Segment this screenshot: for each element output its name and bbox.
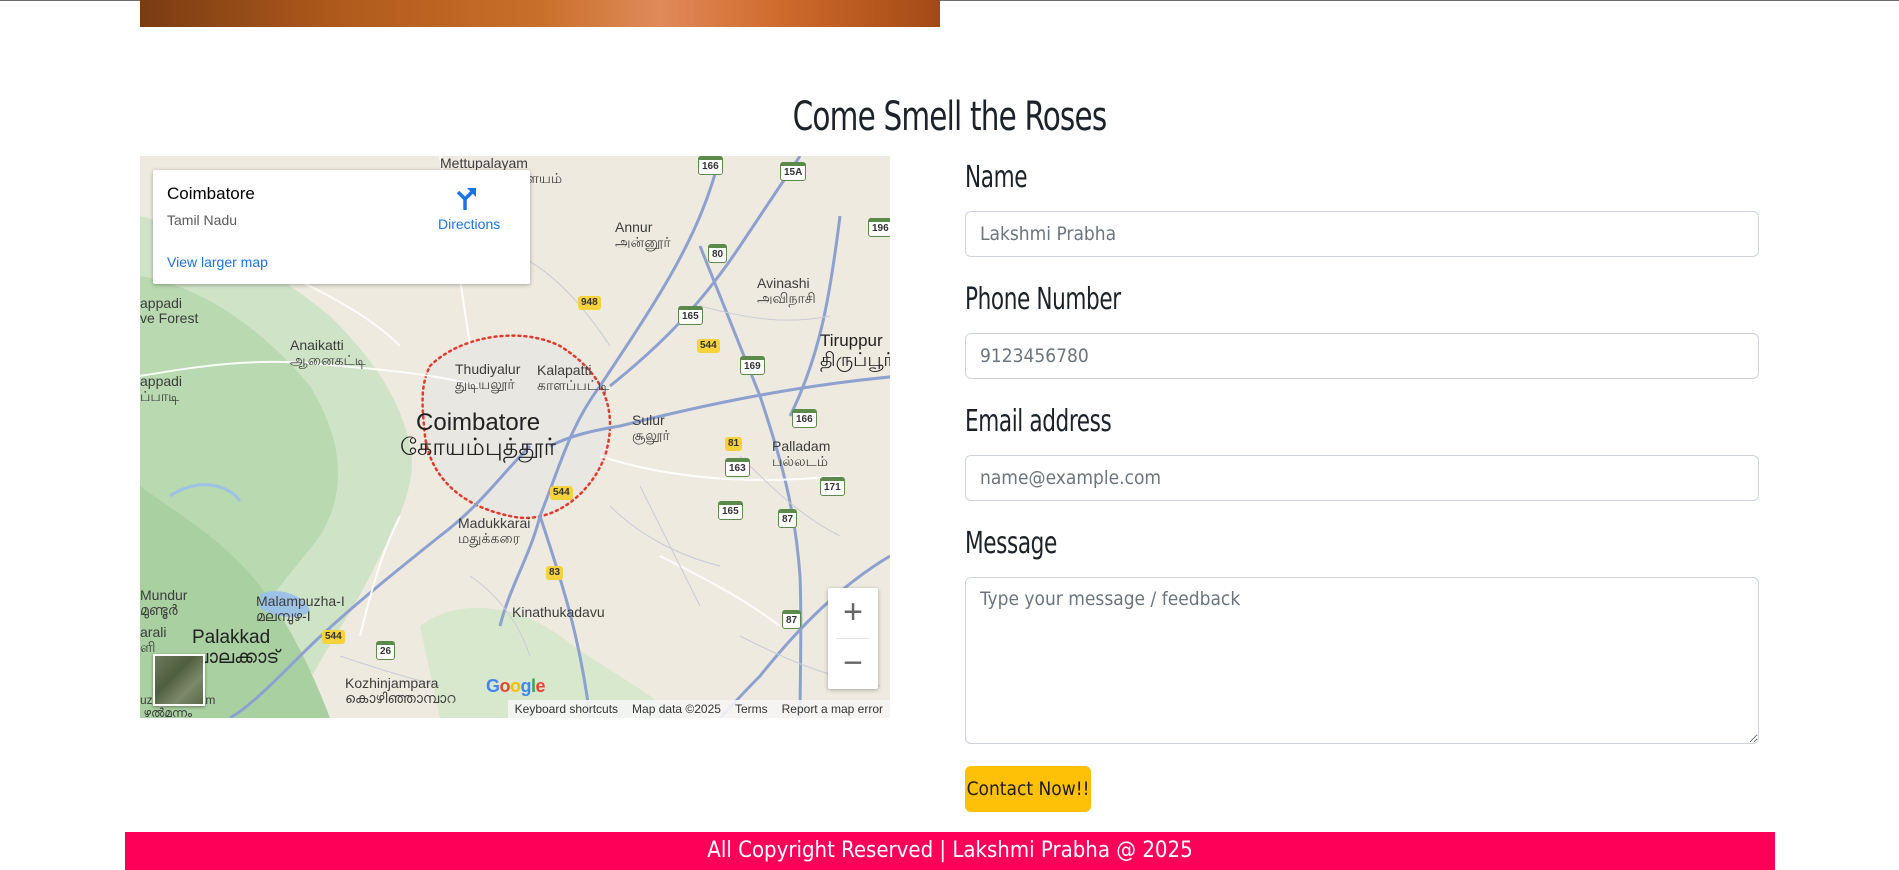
road-shield: 171 <box>820 477 845 496</box>
map-label-palladam: Palladam பல்லடம் <box>772 438 831 469</box>
directions-label: Directions <box>438 216 501 232</box>
road-shield: 165 <box>678 306 703 325</box>
email-input[interactable] <box>965 455 1759 501</box>
map-label-anaikatti: Anaikatti ஆனைகட்டி <box>290 337 366 368</box>
section-heading: Come Smell the Roses <box>792 94 1108 140</box>
zoom-in-button[interactable]: + <box>828 588 878 638</box>
road-shield: 544 <box>697 339 720 353</box>
map-label-coimbatore: Coimbatore கோயம்புத்தூர் <box>400 409 557 462</box>
road-shield: 196 <box>868 218 890 237</box>
road-shield: 87 <box>778 509 798 528</box>
map-label-thudiyalur: Thudiyalur துடியலூர் <box>455 361 521 392</box>
map-place-card: Coimbatore Tamil Nadu View larger map Di… <box>153 170 530 284</box>
map-label-sulur: Sulur சூலூர் <box>632 412 670 443</box>
road-shield: 166 <box>698 156 723 175</box>
map-label-mundur: Mundur മുണ്ടൂർ <box>140 587 188 618</box>
map-label-palakkad: Palakkad പാലക്കാട് <box>192 627 280 668</box>
place-name: Coimbatore <box>167 184 255 203</box>
map-label-madukkarai: Madukkarai மதுக்கரை <box>458 515 531 546</box>
road-shield: 169 <box>740 356 765 375</box>
satellite-layer-toggle[interactable] <box>153 654 205 706</box>
map-label-annur: Annur அன்னூர் <box>615 219 671 250</box>
road-shield: 166 <box>792 409 817 428</box>
map-label-tiruppur: Tiruppur திருப்பூர் <box>820 331 890 371</box>
road-shield: 163 <box>725 458 750 477</box>
map-label-kinathukadavu: Kinathukadavu <box>512 604 605 620</box>
road-shield: 544 <box>550 486 573 500</box>
map-label-appadi: appadi ப்பாடி <box>140 373 183 404</box>
place-region: Tamil Nadu <box>167 212 238 228</box>
road-shield: 15A <box>780 162 807 181</box>
road-shield: 83 <box>546 566 564 580</box>
road-shield: 948 <box>578 296 601 310</box>
map-label-arali: arali ளி <box>140 624 167 655</box>
road-shield: 26 <box>376 641 396 660</box>
zoom-out-button[interactable]: − <box>828 639 878 689</box>
google-logo: Google <box>486 676 546 696</box>
map-attribution-bar: Keyboard shortcuts Map data ©2025 Terms … <box>507 700 890 718</box>
map-label-malampuzha: Malampuzha-I മലമ്പുഴ-I <box>256 593 345 624</box>
road-shield: 80 <box>708 244 728 263</box>
road-shield: 165 <box>718 501 743 520</box>
map-label-avinashi: Avinashi அவிநாசி <box>757 275 816 306</box>
map-label-kalapatti: Kalapatti காளப்பட்டி <box>537 362 610 393</box>
keyboard-shortcuts-link[interactable]: Keyboard shortcuts <box>508 702 625 716</box>
report-map-error-link[interactable]: Report a map error <box>775 702 890 716</box>
map-zoom-controls: + − <box>828 588 878 689</box>
name-label: Name <box>965 160 1028 195</box>
map-label-kozhinjampara: Kozhinjampara കൊഴിഞ്ഞാമ്പാറ <box>345 675 456 706</box>
map-label-forest: appadi ve Forest <box>140 295 199 326</box>
embedded-map[interactable]: Mettupalayamமேட்டுப்பாளையம் Annurஅன்னூர்… <box>140 156 890 718</box>
name-input[interactable] <box>965 211 1759 257</box>
road-shield: 544 <box>322 630 345 644</box>
email-label: Email address <box>965 404 1112 439</box>
phone-input[interactable] <box>965 333 1759 379</box>
map-data-text: Map data ©2025 <box>632 702 721 716</box>
terms-link[interactable]: Terms <box>728 702 775 716</box>
message-label: Message <box>965 526 1057 561</box>
road-shield: 87 <box>782 610 802 629</box>
footer-copyright: All Copyright Reserved | Lakshmi Prabha … <box>125 832 1775 870</box>
phone-label: Phone Number <box>965 282 1121 317</box>
view-larger-map-link[interactable]: View larger map <box>167 254 268 270</box>
contact-now-button[interactable]: Contact Now!! <box>965 766 1091 812</box>
hero-image-bottom-edge <box>140 0 940 27</box>
message-textarea[interactable] <box>965 577 1759 744</box>
road-shield: 81 <box>725 437 743 451</box>
